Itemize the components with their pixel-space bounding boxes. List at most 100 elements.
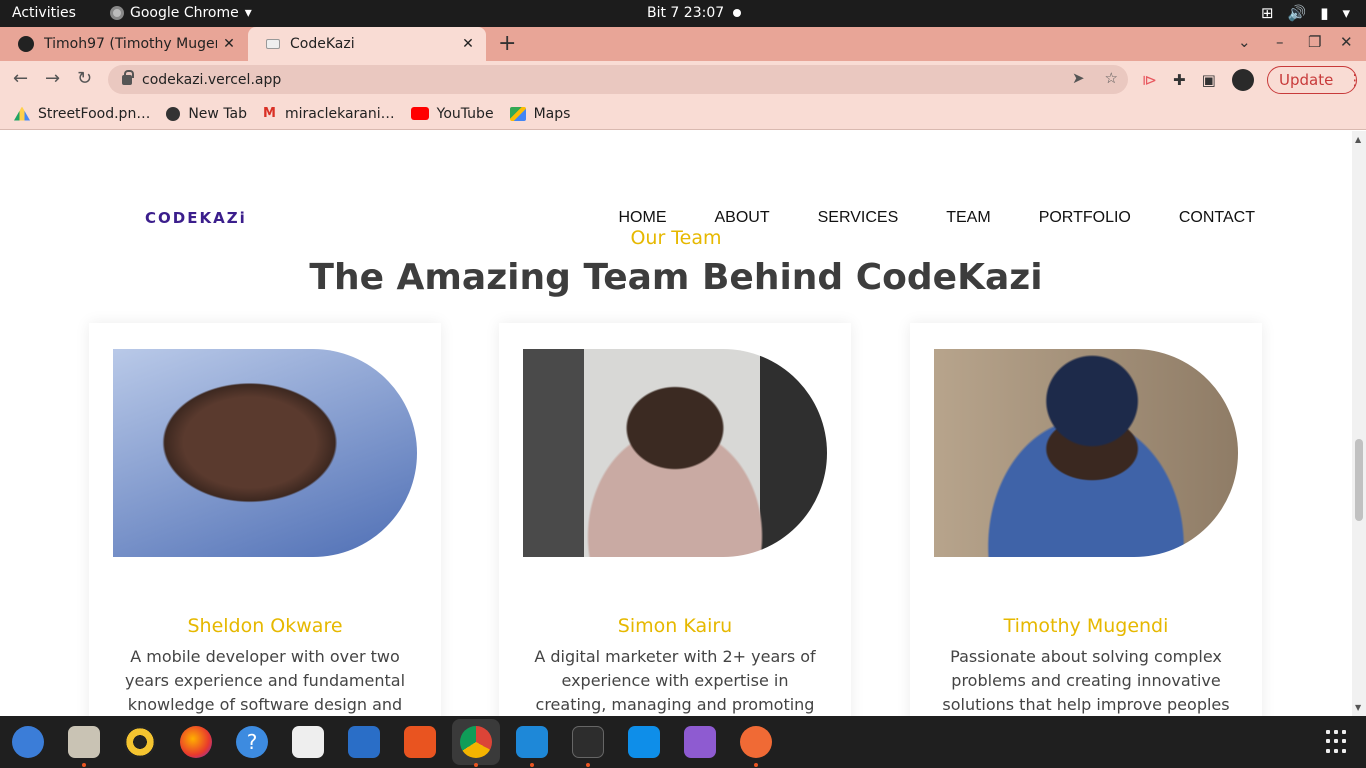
bookmark-label: YouTube [436, 105, 494, 122]
extensions-icon[interactable]: ✚ [1173, 71, 1186, 89]
page-favicon-icon [266, 39, 280, 49]
profile-avatar[interactable] [1231, 69, 1254, 91]
volume-icon: 🔊 [1287, 4, 1307, 22]
close-tab-icon[interactable]: ✕ [217, 36, 241, 52]
vscode-icon[interactable] [516, 726, 548, 758]
team-member-bio: A mobile developer with over two years e… [124, 647, 406, 714]
send-icon[interactable]: ➤ [1072, 69, 1085, 87]
forward-icon[interactable]: → [45, 68, 60, 89]
scroll-up-icon[interactable]: ▲ [1355, 135, 1361, 144]
team-card: Simon Kairu A digital marketer with 2+ y… [499, 323, 851, 716]
more-menu-icon: ⋮ [1347, 71, 1363, 89]
bookmark-item[interactable]: Maps [509, 105, 571, 122]
battery-icon: ▮ [1320, 4, 1329, 22]
maximize-icon[interactable]: ❐ [1308, 33, 1321, 51]
back-icon[interactable]: ← [13, 68, 28, 89]
site-nav: HOME ABOUT SERVICES TEAM PORTFOLIO CONTA… [618, 209, 1255, 227]
team-member-name: Timothy Mugendi [1003, 615, 1169, 637]
bookmark-label: Maps [533, 105, 571, 122]
team-member-name: Simon Kairu [617, 615, 733, 637]
bookmark-item[interactable]: YouTube [410, 105, 494, 122]
bookmark-star-icon[interactable]: ☆ [1105, 69, 1118, 87]
nav-home[interactable]: HOME [618, 209, 666, 227]
bookmarks-bar: StreetFood.pn… New Tab M miraclekarani… … [0, 98, 1366, 130]
terminal-icon[interactable] [572, 726, 604, 758]
bookmark-item[interactable]: New Tab [166, 106, 247, 122]
reload-icon[interactable]: ↻ [77, 68, 92, 89]
tab-strip: Timoh97 (Timothy Mugen ✕ CodeKazi ✕ + ⌄ … [0, 27, 1366, 61]
page-viewport: CODEKAZi HOME ABOUT SERVICES TEAM PORTFO… [0, 131, 1352, 716]
thunderbird-icon[interactable] [12, 726, 44, 758]
app-menu-label: Google Chrome [130, 5, 239, 21]
tab-github[interactable]: Timoh97 (Timothy Mugen ✕ [0, 27, 247, 61]
nav-contact[interactable]: CONTACT [1179, 209, 1255, 227]
software-center-icon[interactable] [404, 726, 436, 758]
nav-portfolio[interactable]: PORTFOLIO [1039, 209, 1131, 227]
chevron-down-icon: ▾ [1342, 4, 1350, 22]
nav-services[interactable]: SERVICES [818, 209, 899, 227]
network-icon: ⊞ [1260, 4, 1274, 22]
team-member-bio: A digital marketer with 2+ years of expe… [534, 647, 816, 714]
bookmark-label: StreetFood.pn… [38, 105, 151, 122]
show-apps-icon[interactable] [1326, 730, 1350, 754]
github-icon [18, 36, 34, 52]
taskbar-dock: ? [0, 716, 1366, 768]
team-photo [113, 349, 417, 557]
system-tray[interactable]: ⊞ 🔊 ▮ ▾ [1261, 4, 1350, 22]
cast-icon[interactable]: ⧐ [1142, 71, 1157, 89]
running-indicator [82, 763, 86, 767]
new-tab-icon[interactable]: + [498, 31, 516, 56]
maps-icon [509, 106, 526, 121]
caret-down-icon: ▾ [244, 5, 252, 21]
bookmark-label: New Tab [188, 105, 248, 122]
section-subtitle: Our Team [630, 227, 722, 249]
teamviewer-icon[interactable] [628, 726, 660, 758]
clock[interactable]: Bit 7 23:07 [647, 5, 724, 21]
chrome-icon[interactable] [460, 726, 492, 758]
notification-dot-icon [733, 9, 741, 17]
url-text: codekazi.vercel.app [142, 71, 282, 88]
writer-doc-icon[interactable] [292, 726, 324, 758]
activities-button[interactable]: Activities [12, 5, 76, 21]
scroll-down-icon[interactable]: ▼ [1355, 703, 1361, 712]
nav-team[interactable]: TEAM [946, 209, 990, 227]
window-close-icon[interactable]: ✕ [1340, 33, 1353, 51]
system-top-bar: Activities Google Chrome ▾ Bit 7 23:07 ⊞… [0, 0, 1366, 27]
scrollbar-thumb[interactable] [1355, 439, 1363, 521]
team-member-bio: Passionate about solving complex problem… [942, 647, 1230, 714]
browser-toolbar: ← → ↻ codekazi.vercel.app ➤ ☆ ⧐ ✚ ▣ Upda… [0, 61, 1366, 98]
site-logo[interactable]: CODEKAZi [145, 209, 247, 227]
help-icon[interactable]: ? [236, 726, 268, 758]
app-menu[interactable]: Google Chrome ▾ [110, 5, 252, 21]
lock-icon [122, 69, 134, 85]
firefox-icon[interactable] [180, 726, 212, 758]
libreoffice-writer-icon[interactable] [348, 726, 380, 758]
tab-codekazi[interactable]: CodeKazi ✕ [248, 27, 486, 61]
rhythmbox-icon[interactable] [124, 726, 156, 758]
page-scrollbar[interactable]: ▲ ▼ [1352, 131, 1366, 716]
side-panel-icon[interactable]: ▣ [1202, 71, 1216, 89]
bookmark-item[interactable]: M miraclekarani… [263, 106, 395, 122]
postman-icon[interactable] [740, 726, 772, 758]
minimize-icon[interactable]: – [1276, 33, 1284, 51]
globe-icon [166, 106, 181, 121]
youtube-icon [410, 107, 429, 120]
team-photo [523, 349, 827, 557]
video-player-icon[interactable] [684, 726, 716, 758]
nav-about[interactable]: ABOUT [714, 209, 769, 227]
files-icon[interactable] [68, 726, 100, 758]
update-button[interactable]: Update ⋮ [1267, 66, 1362, 94]
address-bar[interactable]: codekazi.vercel.app ➤ ☆ [108, 65, 1128, 94]
team-member-name: Sheldon Okware [187, 615, 343, 637]
running-indicator [754, 763, 758, 767]
team-card: Timothy Mugendi Passionate about solving… [910, 323, 1262, 716]
tab-title: Timoh97 (Timothy Mugen [44, 36, 217, 52]
bookmark-label: miraclekarani… [285, 105, 395, 122]
update-label: Update [1279, 71, 1334, 89]
tab-search-icon[interactable]: ⌄ [1238, 33, 1251, 51]
tab-title: CodeKazi [290, 36, 355, 52]
bookmark-item[interactable]: StreetFood.pn… [14, 106, 150, 122]
close-tab-icon[interactable]: ✕ [456, 36, 480, 52]
google-drive-icon [14, 106, 30, 121]
running-indicator [586, 763, 590, 767]
